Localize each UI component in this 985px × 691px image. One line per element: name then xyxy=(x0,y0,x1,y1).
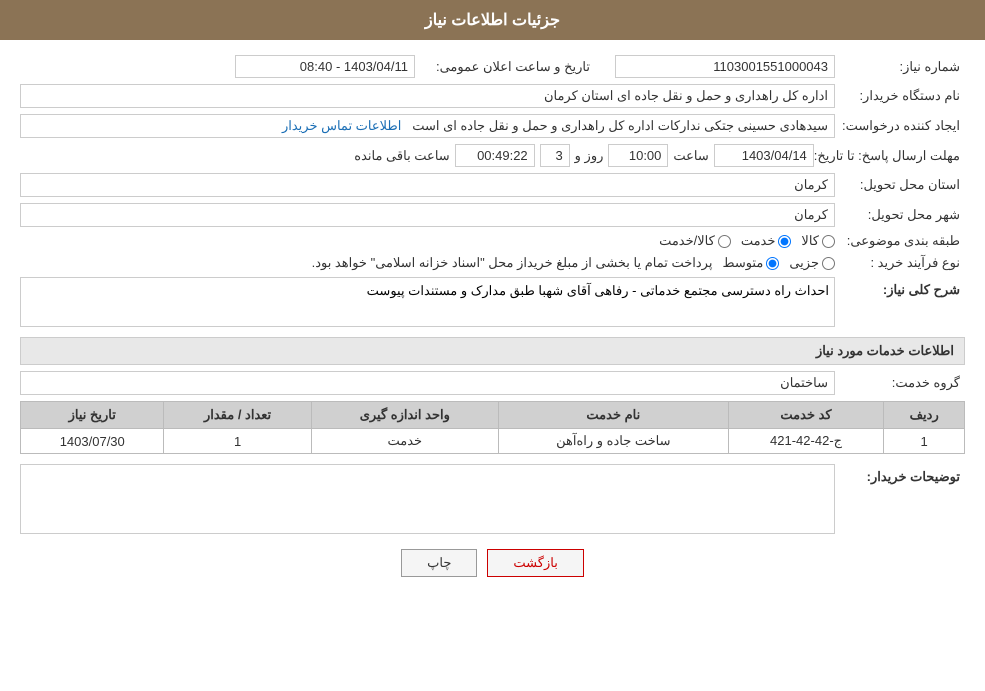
mohlat-baqi-label: ساعت باقی مانده xyxy=(354,148,449,164)
row-tabaqe: طبقه بندی موضوعی: کالا خدمت کالا/خدمت xyxy=(20,233,965,249)
cell-name: ساخت جاده و راه‌آهن xyxy=(498,429,728,454)
print-button[interactable]: چاپ xyxy=(401,549,477,577)
tabaqe-radio-group: کالا خدمت کالا/خدمت xyxy=(20,233,835,249)
tozihat-textarea[interactable] xyxy=(20,464,835,534)
page-header: جزئیات اطلاعات نیاز xyxy=(0,0,985,40)
row-name-darghah: نام دستگاه خریدار: اداره کل راهداری و حم… xyxy=(20,84,965,108)
shomara-label: شماره نیاز: xyxy=(835,59,965,75)
tabaqe-kala-label: کالا xyxy=(801,233,819,249)
name-darghah-value: اداره کل راهداری و حمل و نقل جاده ای است… xyxy=(20,84,835,108)
row-noye: نوع فرآیند خرید : جزیی متوسط پرداخت تمام… xyxy=(20,255,965,271)
row-ijad: ایجاد کننده درخواست: سیدهادی حسینی جتکی … xyxy=(20,114,965,138)
noye-option-jozi: جزیی xyxy=(789,255,835,271)
table-header-row: ردیف کد خدمت نام خدمت واحد اندازه گیری ت… xyxy=(21,402,965,429)
service-table-body: 1 ج-42-42-421 ساخت جاده و راه‌آهن خدمت 1… xyxy=(21,429,965,454)
page-wrapper: جزئیات اطلاعات نیاز شماره نیاز: 11030015… xyxy=(0,0,985,691)
grohe-value: ساختمان xyxy=(20,371,835,395)
shomara-value: 1103001551000043 xyxy=(615,55,835,78)
noye-jozi-label: جزیی xyxy=(789,255,819,271)
col-name: نام خدمت xyxy=(498,402,728,429)
row-ostan: استان محل تحویل: کرمان xyxy=(20,173,965,197)
tabaqe-radio-khadamat[interactable] xyxy=(778,235,791,248)
mohlat-date: 1403/04/14 xyxy=(714,144,814,167)
cell-code: ج-42-42-421 xyxy=(728,429,884,454)
noye-label: نوع فرآیند خرید : xyxy=(835,255,965,271)
mohlat-label: مهلت ارسال پاسخ: تا تاریخ: xyxy=(814,148,965,164)
row-tozihat: توضیحات خریدار: xyxy=(20,464,965,534)
service-table: ردیف کد خدمت نام خدمت واحد اندازه گیری ت… xyxy=(20,401,965,454)
cell-radif: 1 xyxy=(884,429,965,454)
noye-option-motavas: متوسط xyxy=(722,255,779,271)
tabaqe-option-kala-khadamat: کالا/خدمت xyxy=(659,233,731,249)
sharh-label: شرح کلی نیاز: xyxy=(835,277,965,298)
ijad-link[interactable]: اطلاعات تماس خریدار xyxy=(282,118,401,133)
tarikh-value: 1403/04/11 - 08:40 xyxy=(235,55,415,78)
header-title: جزئیات اطلاعات نیاز xyxy=(425,12,560,29)
ijad-label: ایجاد کننده درخواست: xyxy=(835,118,965,134)
sharh-textarea[interactable]: احداث راه دسترسی مجتمع خدماتی - رفاهی آق… xyxy=(20,277,835,327)
noye-radio-motavas[interactable] xyxy=(766,257,779,270)
tabaqe-kala-khadamat-label: کالا/خدمت xyxy=(659,233,715,249)
row-grohe: گروه خدمت: ساختمان xyxy=(20,371,965,395)
noye-motavas-label: متوسط xyxy=(722,255,763,271)
noye-note: پرداخت تمام یا بخشی از مبلغ خریداز محل "… xyxy=(20,255,712,271)
tabaqe-radio-kala[interactable] xyxy=(822,235,835,248)
ostan-label: استان محل تحویل: xyxy=(835,177,965,193)
ostan-value: کرمان xyxy=(20,173,835,197)
ijad-text: سیدهادی حسینی جتکی ندارکات اداره کل راهد… xyxy=(412,118,828,133)
tarikh-label: تاریخ و ساعت اعلان عمومی: xyxy=(415,59,595,75)
mohlat-saat-label: ساعت xyxy=(673,148,708,164)
noye-radio-group: جزیی متوسط پرداخت تمام یا بخشی از مبلغ خ… xyxy=(20,255,835,271)
mohlat-roz-value: 3 xyxy=(540,144,570,167)
row-mohlat: مهلت ارسال پاسخ: تا تاریخ: 1403/04/14 سا… xyxy=(20,144,965,167)
tabaqe-radio-kala-khadamat[interactable] xyxy=(718,235,731,248)
mohlat-baqi-value: 00:49:22 xyxy=(455,144,535,167)
noye-radio-jozi[interactable] xyxy=(822,257,835,270)
tozihat-label: توضیحات خریدار: xyxy=(835,464,965,485)
tabaqe-label: طبقه بندی موضوعی: xyxy=(835,233,965,249)
row-shahr: شهر محل تحویل: کرمان xyxy=(20,203,965,227)
mohlat-saat-value: 10:00 xyxy=(608,144,668,167)
tabaqe-option-khadamat: خدمت xyxy=(741,233,792,249)
tabaqe-khadamat-label: خدمت xyxy=(741,233,776,249)
col-tedad: تعداد / مقدار xyxy=(164,402,311,429)
table-row: 1 ج-42-42-421 ساخت جاده و راه‌آهن خدمت 1… xyxy=(21,429,965,454)
back-button[interactable]: بازگشت xyxy=(487,549,583,577)
row-sharh: شرح کلی نیاز: احداث راه دسترسی مجتمع خدم… xyxy=(20,277,965,327)
grohe-label: گروه خدمت: xyxy=(835,375,965,391)
row-shomara-tarikh: شماره نیاز: 1103001551000043 تاریخ و ساع… xyxy=(20,55,965,78)
buttons-row: بازگشت چاپ xyxy=(20,549,965,577)
cell-vahed: خدمت xyxy=(311,429,498,454)
col-tarikh: تاریخ نیاز xyxy=(21,402,164,429)
khadamat-header: اطلاعات خدمات مورد نیاز xyxy=(20,337,965,365)
shahr-label: شهر محل تحویل: xyxy=(835,207,965,223)
shahr-value: کرمان xyxy=(20,203,835,227)
mohlat-roz-label: روز و xyxy=(575,148,604,164)
service-table-head: ردیف کد خدمت نام خدمت واحد اندازه گیری ت… xyxy=(21,402,965,429)
col-radif: ردیف xyxy=(884,402,965,429)
tabaqe-option-kala: کالا xyxy=(801,233,835,249)
cell-tarikh: 1403/07/30 xyxy=(21,429,164,454)
content-area: شماره نیاز: 1103001551000043 تاریخ و ساع… xyxy=(0,40,985,592)
ijad-value: سیدهادی حسینی جتکی ندارکات اداره کل راهد… xyxy=(20,114,835,138)
col-code: کد خدمت xyxy=(728,402,884,429)
name-darghah-label: نام دستگاه خریدار: xyxy=(835,88,965,104)
cell-tedad: 1 xyxy=(164,429,311,454)
col-vahed: واحد اندازه گیری xyxy=(311,402,498,429)
